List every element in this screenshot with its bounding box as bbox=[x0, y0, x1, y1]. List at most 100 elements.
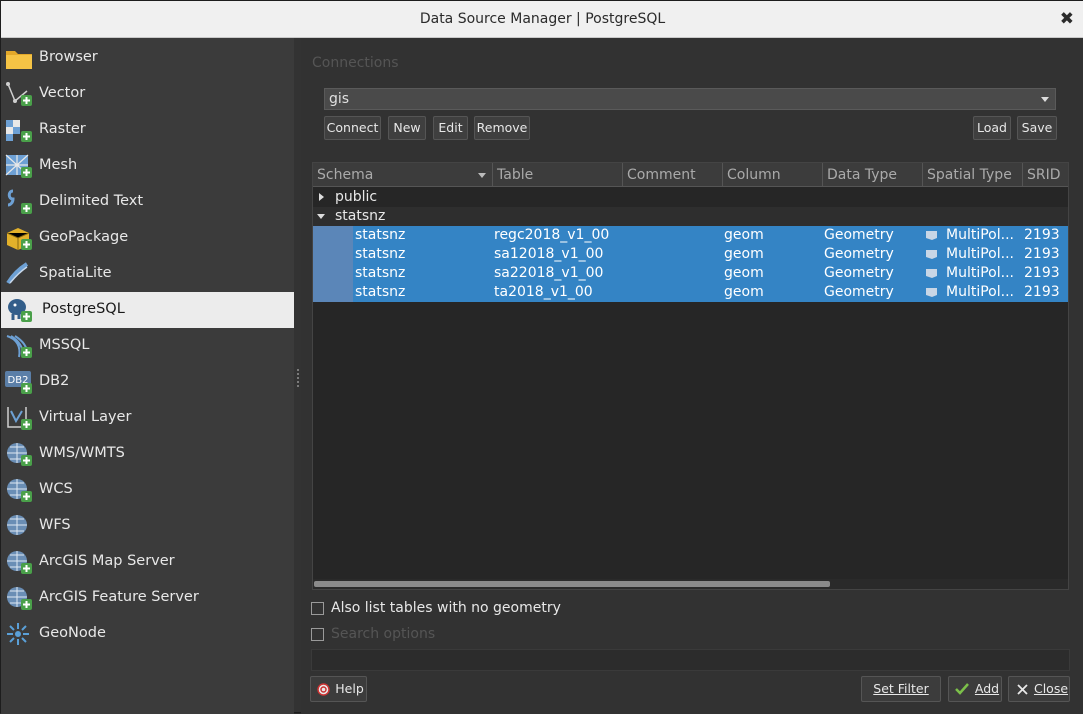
delimited-text-icon bbox=[7, 189, 32, 214]
schema-name: public bbox=[335, 189, 378, 205]
connection-select-value: gis bbox=[329, 91, 350, 107]
sidebar-item-wfs[interactable]: WFS bbox=[1, 508, 294, 544]
column-header-column[interactable]: Column bbox=[723, 163, 823, 187]
connection-select[interactable]: gis bbox=[324, 88, 1056, 110]
also-list-no-geometry-checkbox[interactable] bbox=[311, 601, 324, 615]
schema-row-statsnz[interactable]: statsnz bbox=[313, 207, 1068, 226]
column-header-schema[interactable]: Schema bbox=[313, 163, 493, 187]
column-header-comment[interactable]: Comment bbox=[623, 163, 723, 187]
table-row[interactable]: statsnz sa12018_v1_00 geom Geometry Mult… bbox=[313, 245, 1068, 264]
cell-data-type: Geometry bbox=[824, 227, 894, 243]
also-list-no-geometry-label: Also list tables with no geometry bbox=[331, 600, 561, 616]
add-button[interactable]: Add bbox=[948, 676, 1002, 702]
sidebar-item-label: ArcGIS Feature Server bbox=[39, 589, 199, 605]
cell-column: geom bbox=[724, 284, 764, 300]
sidebar-item-raster[interactable]: Raster bbox=[1, 112, 294, 148]
sidebar-item-label: PostgreSQL bbox=[42, 301, 125, 317]
sidebar-item-db2[interactable]: DB2 DB2 bbox=[1, 364, 294, 400]
new-connection-button[interactable]: New bbox=[388, 116, 426, 140]
load-connections-button[interactable]: Load bbox=[973, 116, 1011, 140]
sidebar-item-label: SpatiaLite bbox=[39, 265, 112, 281]
sidebar-item-delimited-text[interactable]: Delimited Text bbox=[1, 184, 294, 220]
cell-srid: 2193 bbox=[1024, 265, 1060, 281]
panel-splitter-handle[interactable] bbox=[297, 369, 299, 387]
scrollbar-thumb[interactable] bbox=[314, 581, 830, 587]
sidebar-item-wcs[interactable]: WCS bbox=[1, 472, 294, 508]
cell-table: ta2018_v1_00 bbox=[494, 284, 593, 300]
close-label: Close bbox=[1033, 681, 1069, 696]
horizontal-scrollbar[interactable] bbox=[313, 579, 1068, 589]
vector-icon bbox=[6, 82, 32, 106]
sidebar-item-label: Virtual Layer bbox=[39, 409, 132, 425]
cell-column: geom bbox=[724, 246, 764, 262]
sidebar-item-mesh[interactable]: Mesh bbox=[1, 148, 294, 184]
schema-row-public[interactable]: public bbox=[313, 188, 1068, 207]
close-button[interactable]: Close bbox=[1008, 676, 1070, 702]
window-close-button[interactable]: ✖ bbox=[1060, 9, 1074, 29]
set-filter-button[interactable]: Set Filter bbox=[861, 676, 941, 702]
connect-button[interactable]: Connect bbox=[324, 116, 381, 140]
spatialite-icon bbox=[6, 262, 29, 285]
wcs-icon bbox=[7, 479, 32, 502]
help-button[interactable]: Help bbox=[310, 676, 367, 702]
collapse-arrow-icon[interactable] bbox=[317, 214, 325, 219]
table-row[interactable]: statsnz sa22018_v1_00 geom Geometry Mult… bbox=[313, 264, 1068, 283]
cell-schema: statsnz bbox=[355, 227, 406, 243]
column-header-srid[interactable]: SRID bbox=[1023, 163, 1068, 187]
sidebar-item-vector[interactable]: Vector bbox=[1, 76, 294, 112]
polygon-icon bbox=[926, 288, 937, 297]
sidebar-item-geonode[interactable]: GeoNode bbox=[1, 616, 294, 652]
search-options-toggle[interactable]: Search options bbox=[311, 625, 435, 643]
sidebar-item-label: Delimited Text bbox=[39, 193, 144, 209]
search-options-checkbox[interactable] bbox=[311, 627, 324, 641]
also-list-no-geometry-option[interactable]: Also list tables with no geometry bbox=[311, 599, 561, 617]
save-connections-button[interactable]: Save bbox=[1017, 116, 1057, 140]
table-row[interactable]: statsnz ta2018_v1_00 geom Geometry Multi… bbox=[313, 283, 1068, 302]
sidebar-item-mssql[interactable]: MSSQL bbox=[1, 328, 294, 364]
sidebar-item-arcgis-map-server[interactable]: ArcGIS Map Server bbox=[1, 544, 294, 580]
sidebar-item-geopackage[interactable]: GeoPackage bbox=[1, 220, 294, 256]
row-indent bbox=[313, 283, 353, 302]
remove-connection-button[interactable]: Remove bbox=[474, 116, 530, 140]
sidebar: Browser Vector Raster Mesh Delimited Tex… bbox=[1, 38, 294, 714]
column-header-data-type[interactable]: Data Type bbox=[823, 163, 923, 187]
column-header-spatial-type[interactable]: Spatial Type bbox=[923, 163, 1023, 187]
expand-arrow-icon[interactable] bbox=[319, 193, 324, 201]
wms-icon bbox=[7, 443, 32, 466]
sidebar-item-arcgis-feature-server[interactable]: ArcGIS Feature Server bbox=[1, 580, 294, 616]
window-title: Data Source Manager | PostgreSQL bbox=[419, 11, 666, 27]
close-icon bbox=[1017, 684, 1028, 695]
polygon-icon bbox=[926, 269, 937, 278]
cell-table: sa22018_v1_00 bbox=[494, 265, 604, 281]
sidebar-item-label: WFS bbox=[39, 517, 71, 533]
cell-column: geom bbox=[724, 265, 764, 281]
add-label: Add bbox=[974, 681, 1000, 696]
sidebar-item-label: Raster bbox=[39, 121, 86, 137]
sidebar-item-virtual-layer[interactable]: Virtual Layer bbox=[1, 400, 294, 436]
sidebar-item-wms-wmts[interactable]: WMS/WMTS bbox=[1, 436, 294, 472]
checkmark-icon bbox=[955, 683, 969, 695]
column-header-table[interactable]: Table bbox=[493, 163, 623, 187]
sidebar-item-spatialite[interactable]: SpatiaLite bbox=[1, 256, 294, 292]
geonode-icon bbox=[7, 623, 29, 645]
table-row[interactable]: statsnz regc2018_v1_00 geom Geometry Mul… bbox=[313, 226, 1068, 245]
schema-name: statsnz bbox=[335, 208, 386, 224]
filter-input[interactable] bbox=[311, 649, 1070, 671]
table-header: Schema Table Comment Column Data Type Sp… bbox=[313, 163, 1068, 187]
cell-spatial-type: MultiPol... bbox=[946, 227, 1014, 243]
cell-data-type: Geometry bbox=[824, 265, 894, 281]
cell-data-type: Geometry bbox=[824, 246, 894, 262]
title-bar: Data Source Manager | PostgreSQL ✖ bbox=[1, 1, 1083, 38]
arcgis-map-icon bbox=[7, 551, 32, 574]
chevron-down-icon bbox=[1041, 97, 1049, 102]
cell-schema: statsnz bbox=[355, 246, 406, 262]
tables-view[interactable]: Schema Table Comment Column Data Type Sp… bbox=[312, 162, 1069, 590]
edit-connection-button[interactable]: Edit bbox=[433, 116, 468, 140]
sidebar-item-browser[interactable]: Browser bbox=[1, 40, 294, 76]
geopackage-icon bbox=[6, 228, 32, 250]
sidebar-item-postgresql[interactable]: PostgreSQL bbox=[1, 292, 294, 328]
cell-srid: 2193 bbox=[1024, 284, 1060, 300]
help-icon bbox=[317, 683, 330, 696]
folder-icon bbox=[6, 51, 32, 69]
sidebar-item-label: GeoPackage bbox=[39, 229, 129, 245]
